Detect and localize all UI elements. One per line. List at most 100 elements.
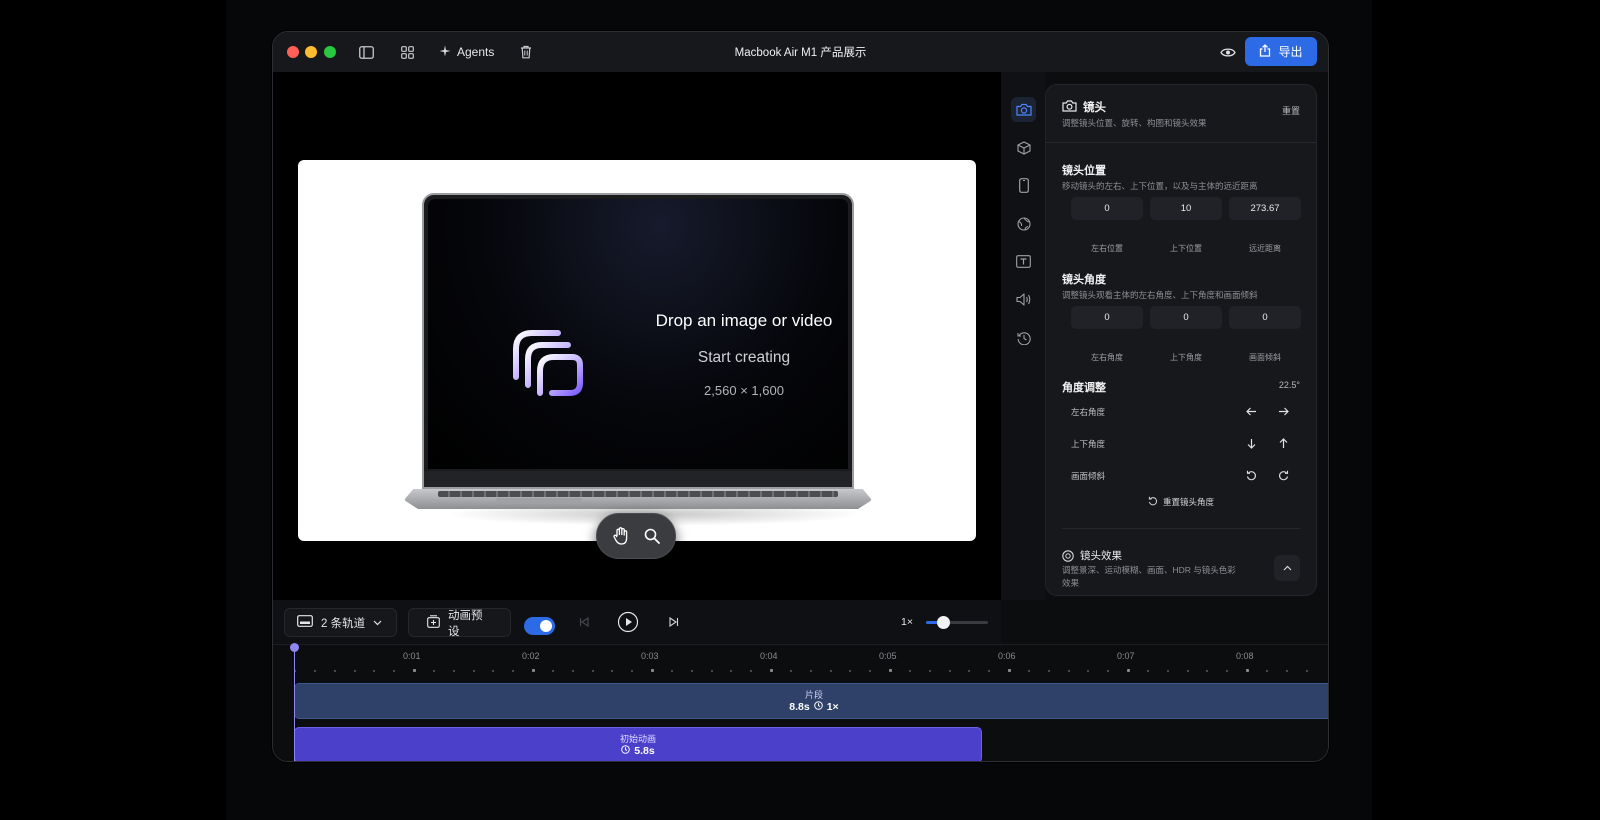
ruler-tick (591, 670, 594, 672)
angle-roll-field[interactable]: 0 (1229, 306, 1301, 329)
reset-angle-button[interactable]: 重置镜头角度 (1046, 496, 1316, 508)
history-icon[interactable] (1011, 325, 1036, 350)
ruler-tick-label: 0:06 (998, 651, 1016, 661)
clip-speed: 1× (826, 701, 839, 713)
skip-forward-icon[interactable] (663, 611, 685, 633)
ruler-tick (770, 669, 773, 672)
speaker-icon[interactable] (1011, 287, 1036, 312)
ruler-tick (432, 670, 435, 672)
rotate-cw-icon[interactable] (1275, 467, 1291, 483)
timeline-zoom-slider[interactable] (926, 616, 988, 629)
agents-label: Agents (457, 45, 495, 59)
drop-title: Drop an image or video (655, 311, 833, 330)
sidebar-toggle-icon[interactable] (356, 42, 376, 62)
position-x-field[interactable]: 0 (1071, 197, 1143, 220)
drop-size: 2,560 × 1,600 (704, 383, 784, 398)
ruler-tick (313, 670, 316, 672)
ruler-tick (1127, 669, 1130, 672)
globe-icon[interactable] (1011, 211, 1036, 236)
skip-back-icon[interactable] (573, 611, 595, 633)
playhead-handle[interactable] (290, 643, 299, 652)
tracks-label: 2 条轨道 (321, 617, 366, 630)
tracks-dropdown[interactable]: 2 条轨道 (284, 608, 397, 637)
timeline-ruler[interactable]: 0:01 0:02 0:03 0:04 0:05 0:06 0:07 0:08 (273, 645, 1328, 675)
ruler-tick-label: 0:02 (522, 651, 540, 661)
ruler-tick (1186, 670, 1189, 672)
export-label: 导出 (1278, 45, 1303, 59)
adjust-step-value: 22.5° (1278, 380, 1300, 390)
clip-track[interactable]: 片段 8.8s 1× (294, 683, 1328, 719)
timeline-toolbar-spacer (1001, 600, 1328, 644)
angle-yaw-field[interactable]: 0 (1071, 306, 1143, 329)
panel-divider (1046, 142, 1316, 143)
tracks-icon (297, 615, 313, 630)
grid-view-icon[interactable] (397, 42, 417, 62)
angle-section-subtitle: 调整镜头观看主体的左右角度、上下角度和画面倾斜 (1062, 290, 1258, 300)
ruler-tick (849, 670, 852, 672)
camera-header-icon (1062, 99, 1077, 117)
timeline-toolbar: 2 条轨道 动画预设 1× (273, 600, 1001, 644)
panel-divider-2 (1062, 528, 1300, 529)
drop-subtitle: Start creating (697, 349, 791, 366)
ruler-tick (472, 670, 475, 672)
chevron-up-icon[interactable] (1274, 555, 1300, 581)
camera-icon[interactable] (1011, 97, 1036, 122)
arrow-left-icon[interactable] (1243, 403, 1259, 419)
position-x-label: 左右位置 (1091, 244, 1123, 253)
arrow-right-icon[interactable] (1275, 403, 1291, 419)
panel-reset-button[interactable]: 重置 (1282, 104, 1300, 117)
playhead[interactable] (294, 645, 295, 761)
phone-device-icon[interactable] (1011, 173, 1036, 198)
timer-icon (621, 745, 631, 757)
agents-button[interactable]: Agents (439, 42, 494, 62)
ruler-tick (908, 670, 911, 672)
laptop-notch (496, 498, 582, 503)
arrow-down-icon[interactable] (1243, 435, 1259, 451)
ruler-tick (1047, 670, 1050, 672)
hand-icon[interactable] (608, 523, 634, 549)
ruler-tick (1206, 670, 1209, 672)
zoom-window-button[interactable] (324, 46, 336, 58)
loop-toggle[interactable] (524, 617, 555, 635)
cube-layers-icon[interactable] (1011, 135, 1036, 160)
camera-inspector-panel: 镜头 调整镜头位置、旋转、构图和镜头效果 重置 镜头位置 移动镜头的左右、上下位… (1045, 84, 1317, 596)
text-frame-icon[interactable] (1011, 249, 1036, 274)
animation-preset-button[interactable]: 动画预设 (408, 608, 511, 638)
ruler-tick-label: 0:03 (641, 651, 659, 661)
rotate-ccw-icon[interactable] (1243, 467, 1259, 483)
position-distance-field[interactable]: 273.67 (1229, 197, 1301, 220)
clip-duration: 8.8s (789, 701, 810, 713)
preview-eye-icon[interactable] (1218, 42, 1238, 62)
effects-section-title: 镜头效果 (1080, 550, 1122, 562)
play-icon[interactable] (617, 611, 639, 633)
export-button[interactable]: 导出 (1245, 37, 1317, 66)
minimize-window-button[interactable] (305, 46, 317, 58)
preview-canvas: Drop an image or video Start creating 2,… (273, 72, 1001, 600)
position-y-field[interactable]: 10 (1150, 197, 1222, 220)
ruler-tick (1146, 670, 1149, 672)
position-section-title: 镜头位置 (1062, 165, 1106, 177)
ruler-tick (988, 670, 991, 672)
ruler-tick (928, 670, 931, 672)
drop-zone[interactable]: Drop an image or video Start creating 2,… (428, 199, 848, 469)
ruler-tick (492, 670, 495, 672)
preset-icon (427, 614, 440, 631)
ruler-tick (1226, 670, 1229, 672)
angle-pitch-field[interactable]: 0 (1150, 306, 1222, 329)
share-icon (1259, 43, 1271, 60)
ruler-tick-label: 0:04 (760, 651, 778, 661)
position-y-label: 上下位置 (1170, 244, 1202, 253)
ruler-tick (1008, 669, 1011, 672)
inspector-rail (1001, 72, 1045, 600)
ruler-tick (789, 670, 792, 672)
ruler-tick (670, 670, 673, 672)
timeline-zoom-thumb[interactable] (936, 616, 950, 629)
animation-track[interactable]: 初始动画 5.8s (294, 727, 982, 761)
close-window-button[interactable] (287, 46, 299, 58)
ruler-tick (829, 670, 832, 672)
search-zoom-icon[interactable] (639, 523, 665, 549)
arrow-up-icon[interactable] (1275, 435, 1291, 451)
trash-icon[interactable] (516, 42, 536, 62)
timeline: 0:01 0:02 0:03 0:04 0:05 0:06 0:07 0:08 片段 8.8s… (273, 643, 1328, 761)
panel-title: 镜头 (1083, 102, 1106, 114)
